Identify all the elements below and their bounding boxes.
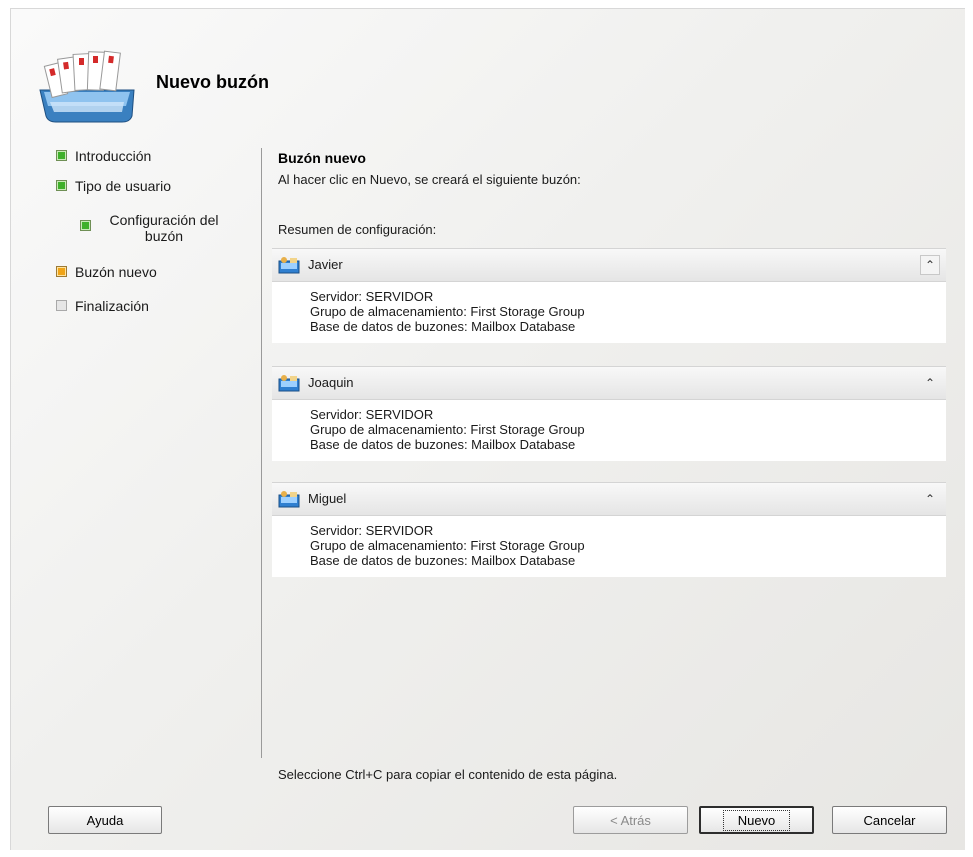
cancel-button-label: Cancelar	[863, 812, 916, 828]
mailbox-card-header[interactable]: Miguel ⌃	[272, 482, 946, 516]
mailbox-name: Javier	[308, 257, 343, 272]
nav-item-buzon-nuevo[interactable]: Buzón nuevo	[56, 264, 157, 280]
double-chevron-up-icon[interactable]: ⌃	[920, 255, 940, 275]
mailbox-card-header[interactable]: Joaquin ⌃	[272, 366, 946, 400]
section-description: Al hacer clic en Nuevo, se creará el sig…	[278, 172, 581, 187]
mailbox-summary-card: Miguel ⌃ Servidor: SERVIDOR Grupo de alm…	[272, 482, 946, 577]
user-mailbox-icon	[278, 491, 300, 508]
server-value: Servidor: SERVIDOR	[310, 407, 434, 422]
mailbox-name: Joaquin	[308, 375, 354, 390]
back-button-label: < Atrás	[610, 812, 651, 828]
step-current-icon	[56, 266, 67, 277]
server-value: Servidor: SERVIDOR	[310, 289, 434, 304]
new-button[interactable]: Nuevo	[699, 806, 814, 834]
user-mailbox-icon	[278, 375, 300, 392]
nav-item-introduccion[interactable]: Introducción	[56, 148, 151, 164]
new-button-label: Nuevo	[722, 809, 791, 831]
copy-hint: Seleccione Ctrl+C para copiar el conteni…	[278, 767, 618, 782]
help-button[interactable]: Ayuda	[48, 806, 162, 834]
nav-item-finalizacion[interactable]: Finalización	[56, 298, 149, 314]
double-chevron-up-icon[interactable]: ⌃	[920, 373, 940, 393]
page-title: Nuevo buzón	[156, 72, 269, 92]
mailbox-summary-card: Javier ⌃ Servidor: SERVIDOR Grupo de alm…	[272, 248, 946, 343]
database-value: Base de datos de buzones: Mailbox Databa…	[310, 553, 576, 568]
database-value: Base de datos de buzones: Mailbox Databa…	[310, 437, 576, 452]
step-complete-icon	[56, 180, 67, 191]
storage-group-value: Grupo de almacenamiento: First Storage G…	[310, 538, 585, 553]
nav-item-label: Buzón nuevo	[75, 264, 157, 280]
double-chevron-up-icon[interactable]: ⌃	[920, 489, 940, 509]
help-button-label: Ayuda	[86, 812, 124, 828]
server-value: Servidor: SERVIDOR	[310, 523, 434, 538]
mailbox-card-header[interactable]: Javier ⌃	[272, 248, 946, 282]
nav-item-configuracion-del-buzon[interactable]: Configuración del buzón	[80, 212, 229, 244]
storage-group-value: Grupo de almacenamiento: First Storage G…	[310, 304, 585, 319]
nav-item-label: Finalización	[75, 298, 149, 314]
mailbox-summary-card: Joaquin ⌃ Servidor: SERVIDOR Grupo de al…	[272, 366, 946, 461]
nav-item-label: Introducción	[75, 148, 152, 164]
nav-item-label: Tipo de usuario	[75, 178, 171, 194]
user-mailbox-icon	[278, 257, 300, 274]
section-title: Buzón nuevo	[278, 150, 366, 166]
mailbox-name: Miguel	[308, 491, 347, 506]
storage-group-value: Grupo de almacenamiento: First Storage G…	[310, 422, 585, 437]
mailbox-wizard-icon	[39, 50, 135, 123]
cancel-button[interactable]: Cancelar	[832, 806, 947, 834]
nav-item-label: Configuración del buzón	[109, 212, 219, 244]
nav-divider	[261, 148, 262, 758]
step-complete-icon	[80, 220, 91, 231]
mailbox-details: Servidor: SERVIDOR Grupo de almacenamien…	[272, 516, 946, 577]
summary-label: Resumen de configuración:	[278, 222, 437, 237]
step-pending-icon	[56, 300, 67, 311]
step-complete-icon	[56, 150, 67, 161]
nav-item-tipo-de-usuario[interactable]: Tipo de usuario	[56, 178, 171, 194]
back-button[interactable]: < Atrás	[573, 806, 688, 834]
database-value: Base de datos de buzones: Mailbox Databa…	[310, 319, 576, 334]
mailbox-details: Servidor: SERVIDOR Grupo de almacenamien…	[272, 400, 946, 461]
mailbox-details: Servidor: SERVIDOR Grupo de almacenamien…	[272, 282, 946, 343]
